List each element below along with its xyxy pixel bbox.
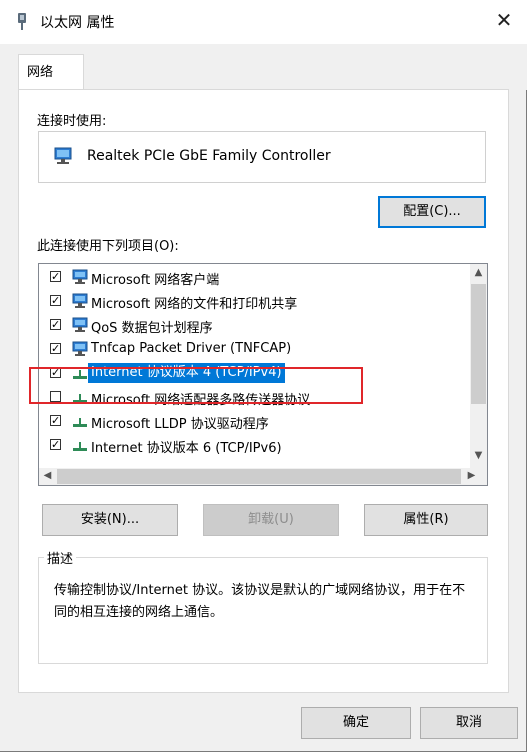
description-legend: 描述 [44,548,77,567]
list-item[interactable]: ✓ QoS 数据包计划程序 [39,314,471,338]
item-checkbox[interactable]: ✓ [50,295,61,306]
adapter-box: Realtek PCIe GbE Family Controller [38,131,486,183]
item-checkbox[interactable]: ✓ [50,343,61,354]
item-checkbox[interactable]: ✓ [50,319,61,330]
scroll-up-icon[interactable]: ▲ [470,267,487,278]
item-checkbox[interactable]: ✓ [50,439,61,450]
network-client-icon [72,269,88,284]
properties-button[interactable]: 属性(R) [364,504,488,536]
install-button[interactable]: 安装(N)... [42,504,178,536]
adapter-name: Realtek PCIe GbE Family Controller [87,148,331,164]
annotation-highlight-box [29,367,363,404]
item-label: Internet 协议版本 6 (TCP/IPv6) [91,441,282,456]
close-button[interactable]: ✕ [481,0,527,44]
network-adapter-icon [54,147,72,164]
list-item[interactable]: ✓ Microsoft LLDP 协议驱动程序 [39,410,471,434]
tab-network[interactable]: 网络 [18,54,84,90]
horizontal-scroll-thumb[interactable] [57,469,461,484]
connect-using-label: 连接时使用: [37,114,107,129]
list-item[interactable]: ✓ Microsoft 网络客户端 [39,266,471,290]
horizontal-scrollbar[interactable]: ◀ ▶ [39,468,487,485]
list-item[interactable]: ✓ Tnfcap Packet Driver (TNFCAP) [39,338,471,362]
vertical-scrollbar[interactable]: ▲ ▼ [470,264,487,468]
packet-driver-icon [72,341,88,356]
scroll-left-icon[interactable]: ◀ [39,470,56,481]
tab-strip: 网络 [0,44,527,90]
item-label: Tnfcap Packet Driver (TNFCAP) [91,341,292,356]
configure-button[interactable]: 配置(C)... [378,196,486,228]
uninstall-button: 卸载(U) [203,504,339,536]
item-label: Microsoft LLDP 协议驱动程序 [91,417,269,432]
description-text: 传输控制协议/Internet 协议。该协议是默认的广域网络协议，用于在不同的相… [54,583,466,620]
file-printer-sharing-icon [72,293,88,308]
cancel-button[interactable]: 取消 [420,707,518,739]
list-item[interactable]: ✓ Microsoft 网络的文件和打印机共享 [39,290,471,314]
item-checkbox[interactable]: ✓ [50,415,61,426]
window-title: 以太网 属性 [40,15,115,31]
properties-dialog: 以太网 属性 ✕ 网络 连接时使用: Realtek PCIe GbE Fami… [0,0,527,752]
close-icon: ✕ [495,8,513,32]
qos-icon [72,317,88,332]
item-label: QoS 数据包计划程序 [91,321,213,336]
items-label: 此连接使用下列项目(O): [37,239,179,254]
title-bar: 以太网 属性 ✕ [0,0,527,44]
scroll-right-icon[interactable]: ▶ [463,470,480,481]
item-label: Microsoft 网络客户端 [91,273,220,288]
network-adapter-icon [18,13,26,30]
protocol-icon [73,418,87,427]
list-item[interactable]: ✓ Internet 协议版本 6 (TCP/IPv6) [39,434,471,458]
scroll-down-icon[interactable]: ▼ [470,450,487,461]
item-label: Microsoft 网络的文件和打印机共享 [91,297,298,312]
ok-button[interactable]: 确定 [301,707,411,739]
vertical-scroll-thumb[interactable] [471,284,486,404]
item-checkbox[interactable]: ✓ [50,271,61,282]
protocol-icon [73,442,87,451]
